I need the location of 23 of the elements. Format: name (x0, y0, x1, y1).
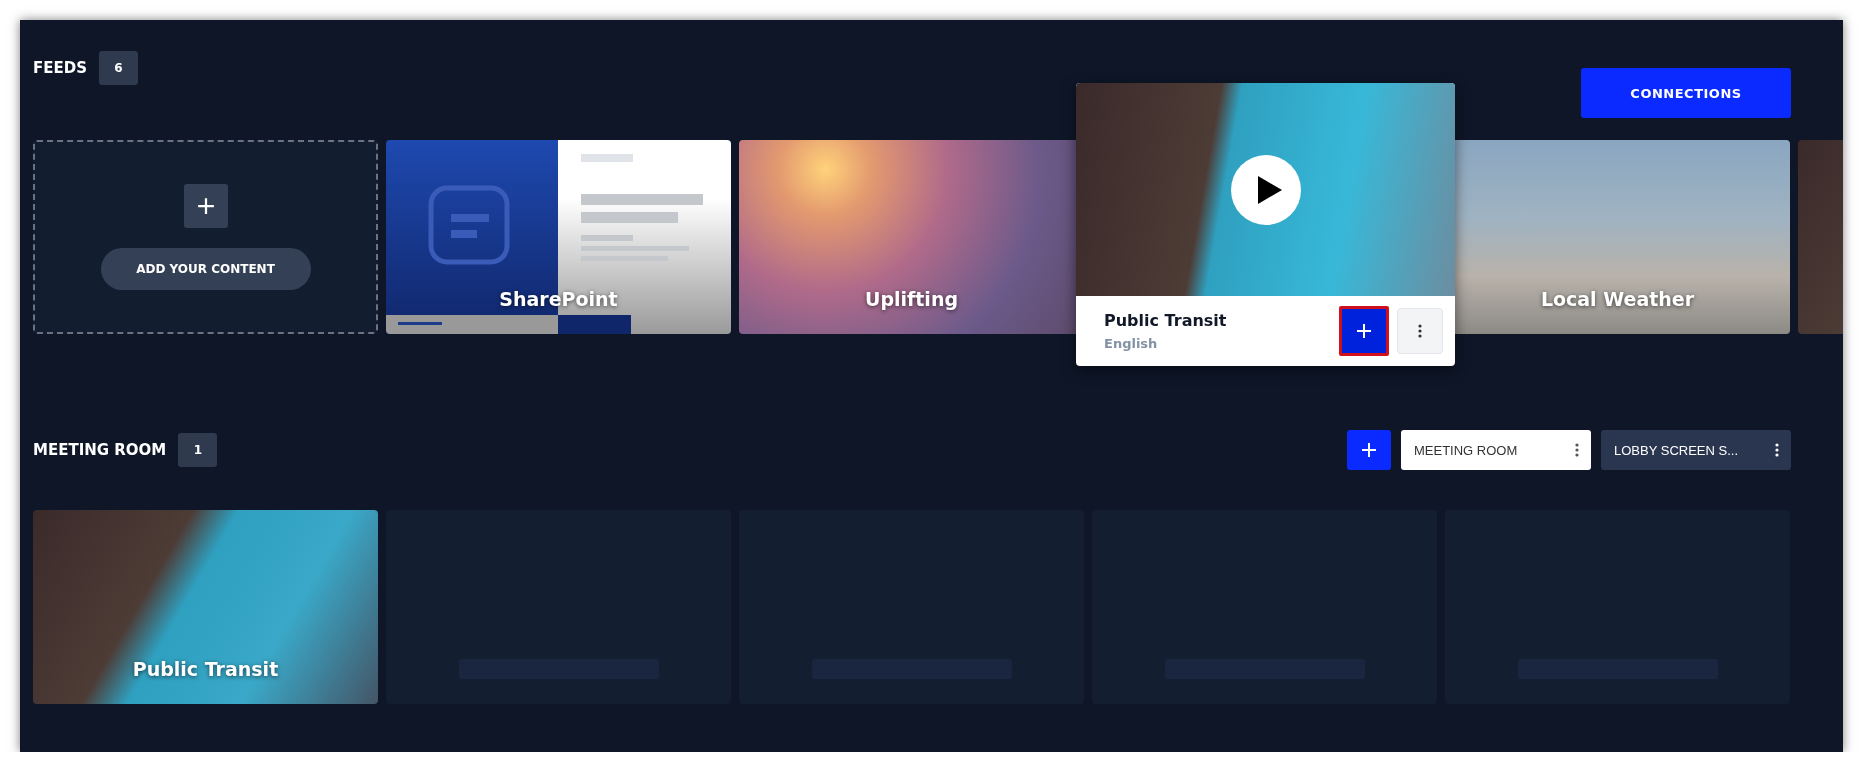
card-title: Uplifting (864, 288, 958, 310)
more-icon (1775, 443, 1779, 457)
card-title: Local Weather (1540, 288, 1695, 310)
count-badge: 1 (178, 433, 218, 467)
feed-language: English (1104, 336, 1159, 351)
more-icon (1418, 324, 1422, 338)
card-title: Public Transit (132, 658, 279, 680)
feed-title: Public Transit (1104, 311, 1227, 330)
add-button[interactable] (183, 184, 228, 228)
add-tab-button[interactable] (1347, 430, 1391, 470)
count-badge: 6 (99, 51, 138, 85)
add-your-content-button[interactable]: ADD YOUR CONTENT (100, 248, 311, 290)
screen-tab[interactable]: MEETING ROOM (1401, 430, 1591, 470)
play-icon[interactable] (1230, 154, 1301, 225)
section-title: MEETING ROOM (33, 441, 167, 459)
screen-tab[interactable]: LOBBY SCREEN S... (1601, 430, 1791, 470)
plus-icon (1361, 442, 1377, 458)
section-title: FEEDS (33, 59, 87, 77)
plus-icon (196, 197, 215, 215)
add-button[interactable] (1339, 306, 1389, 356)
plus-icon (1356, 323, 1372, 339)
more-icon (1575, 443, 1579, 457)
connections-button[interactable]: CONNECTIONS (1581, 68, 1791, 118)
